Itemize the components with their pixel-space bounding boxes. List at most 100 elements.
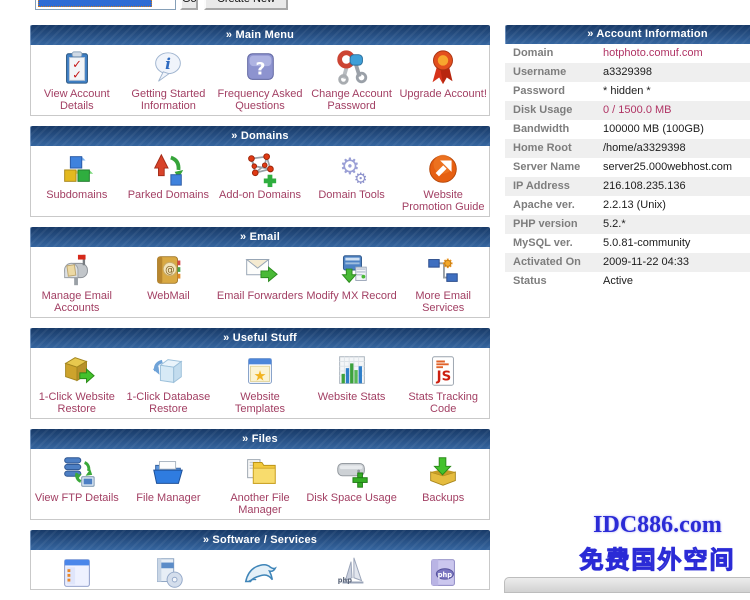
panel-header-domains: » Domains [30, 126, 490, 146]
menu-item-change-password[interactable]: Change Account Password [306, 45, 398, 115]
info-bubble-icon: i [149, 49, 187, 87]
menu-item-getting-started[interactable]: i Getting Started Information [123, 45, 215, 115]
cube-restore-icon [149, 352, 187, 390]
menu-item-file-manager[interactable]: File Manager [123, 449, 215, 519]
software-item-5[interactable]: php [397, 550, 489, 589]
menu-item-modify-mx[interactable]: Modify MX Record [306, 247, 398, 317]
menu-item-label: View FTP Details [35, 492, 119, 504]
menu-item-label: Email Forwarders [217, 290, 303, 302]
keys-icon [333, 49, 371, 87]
watermark: IDC886.com 免费国外空间 [565, 512, 750, 575]
menu-item-label: 1-Click Website Restore [31, 391, 123, 415]
menu-item-label: Another File Manager [214, 492, 306, 516]
menu-item-stats-tracking-code[interactable]: JS Stats Tracking Code [397, 348, 489, 418]
menu-item-addon-domains[interactable]: Add-on Domains [214, 146, 306, 216]
account-information-header: » Account Information [505, 25, 750, 44]
menu-item-label: WebMail [147, 290, 190, 302]
hosting-control-panel: { "toolbar": { "input_value": "", "go_la… [0, 0, 750, 585]
menu-item-disk-space-usage[interactable]: Disk Space Usage [306, 449, 398, 519]
menu-item-label: Website Templates [214, 391, 306, 415]
account-row-label: Password [505, 82, 603, 101]
svg-text:✓: ✓ [72, 67, 82, 81]
menu-item-label: Disk Space Usage [306, 492, 397, 504]
menu-item-email-forwarders[interactable]: Email Forwarders [214, 247, 306, 317]
menu-item-label: Website Promotion Guide [397, 189, 489, 213]
domain-link[interactable]: hotphoto.comuf.com [603, 44, 703, 63]
menu-item-backups[interactable]: Backups [397, 449, 489, 519]
software-item-2[interactable] [123, 550, 215, 589]
menu-item-label: Getting Started Information [123, 88, 215, 112]
menu-item-website-stats[interactable]: Website Stats [306, 348, 398, 418]
phpmyadmin-sails-icon: php [333, 554, 371, 592]
account-row-server-name: Server Nameserver25.000webhost.com [505, 158, 750, 177]
address-book-icon: @ [149, 251, 187, 289]
gears-icon: ⚙⚙ [333, 150, 371, 188]
selected-text-highlight [38, 0, 152, 7]
account-row-home-root: Home Root/home/a3329398 [505, 139, 750, 158]
svg-text:⚙: ⚙ [353, 169, 367, 187]
software-item-1[interactable] [31, 550, 123, 589]
award-ribbon-icon [424, 49, 462, 87]
menu-item-label: Domain Tools [318, 189, 384, 201]
svg-text:★: ★ [254, 369, 267, 385]
svg-text:php: php [337, 577, 351, 585]
account-row-value: server25.000webhost.com [603, 158, 732, 177]
menu-item-label: Website Stats [318, 391, 386, 403]
menu-item-website-promotion[interactable]: Website Promotion Guide [397, 146, 489, 216]
flowchart-icon [424, 251, 462, 289]
account-row-domain: Domainhotphoto.comuf.com [505, 44, 750, 63]
next-panel-partial-header [504, 577, 750, 593]
recycle-arrows-icon [149, 150, 187, 188]
software-item-4[interactable]: php [306, 550, 398, 589]
menu-item-another-file-manager[interactable]: Another File Manager [214, 449, 306, 519]
panel-main-menu: » Main Menu ✓✓ View Account Details i Ge… [30, 25, 490, 116]
menu-item-website-templates[interactable]: ★ Website Templates [214, 348, 306, 418]
panel-header-useful-stuff: » Useful Stuff [30, 328, 490, 348]
php-cube-icon: php [424, 554, 462, 592]
yellow-folder-icon [241, 453, 279, 491]
account-row-value: 2.2.13 (Unix) [603, 196, 666, 215]
blue-folder-icon [149, 453, 187, 491]
menu-item-upgrade-account[interactable]: Upgrade Account! [397, 45, 489, 115]
menu-item-webmail[interactable]: @ WebMail [123, 247, 215, 317]
menu-item-more-email-services[interactable]: More Email Services [397, 247, 489, 317]
panel-header-software-services: » Software / Services [30, 530, 490, 550]
menu-item-manage-email[interactable]: Manage Email Accounts [31, 247, 123, 317]
menu-item-label: Upgrade Account! [399, 88, 486, 100]
go-button[interactable]: Go [180, 0, 198, 10]
account-row-apache-ver: Apache ver.2.2.13 (Unix) [505, 196, 750, 215]
menu-item-domain-tools[interactable]: ⚙⚙ Domain Tools [306, 146, 398, 216]
software-item-3[interactable] [214, 550, 306, 589]
disk-usage-link[interactable]: 0 / 1500.0 MB [603, 101, 672, 120]
panel-header-files: » Files [30, 429, 490, 449]
account-row-activated-on: Activated On2009-11-22 04:33 [505, 253, 750, 272]
account-information-panel: » Account Information Domainhotphoto.com… [505, 25, 750, 291]
account-row-password: Password* hidden * [505, 82, 750, 101]
quick-search-input[interactable] [35, 0, 176, 10]
menu-item-faq[interactable]: ? Frequency Asked Questions [214, 45, 306, 115]
create-new-button[interactable]: Create New [204, 0, 288, 10]
menu-item-label: Parked Domains [128, 189, 209, 201]
menu-item-subdomains[interactable]: Subdomains [31, 146, 123, 216]
menu-item-parked-domains[interactable]: Parked Domains [123, 146, 215, 216]
account-row-label: Server Name [505, 158, 603, 177]
menu-item-label: View Account Details [31, 88, 123, 112]
panel-header-main-menu: » Main Menu [30, 25, 490, 45]
account-row-ip-address: IP Address216.108.235.136 [505, 177, 750, 196]
account-row-label: Username [505, 63, 603, 82]
promotion-arrow-icon [424, 150, 462, 188]
account-row-label: Activated On [505, 253, 603, 272]
window-star-icon: ★ [241, 352, 279, 390]
account-row-bandwidth: Bandwidth100000 MB (100GB) [505, 120, 750, 139]
menu-item-database-restore[interactable]: 1-Click Database Restore [123, 348, 215, 418]
software-box-icon [149, 554, 187, 592]
menu-item-ftp-details[interactable]: View FTP Details [31, 449, 123, 519]
account-row-value: 100000 MB (100GB) [603, 120, 704, 139]
svg-text:php: php [438, 571, 452, 579]
account-row-label: Home Root [505, 139, 603, 158]
menu-item-view-account-details[interactable]: ✓✓ View Account Details [31, 45, 123, 115]
account-row-value: Active [603, 272, 633, 291]
clipboard-checks-icon: ✓✓ [58, 49, 96, 87]
svg-text:JS: JS [436, 370, 452, 385]
menu-item-website-restore[interactable]: 1-Click Website Restore [31, 348, 123, 418]
